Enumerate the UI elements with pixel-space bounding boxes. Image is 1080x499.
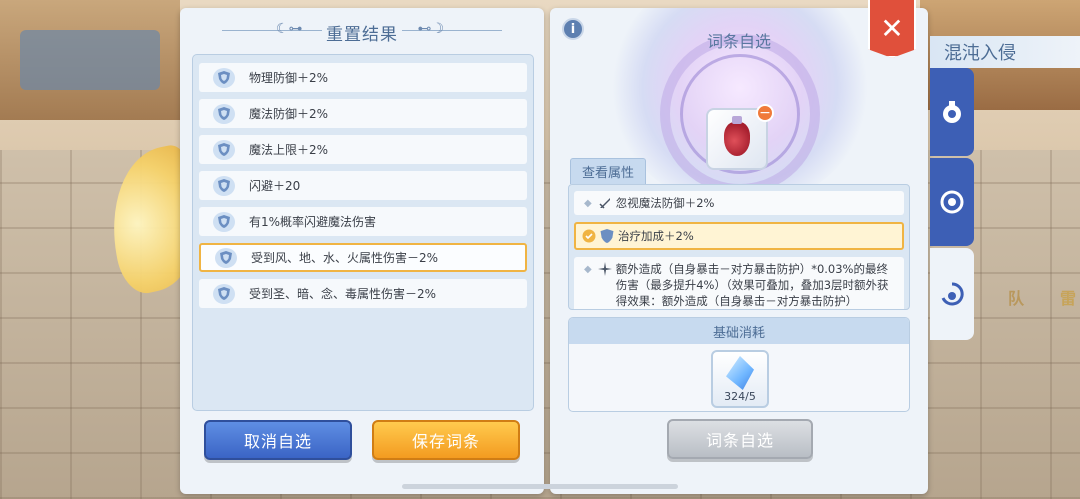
attribute-option-selected[interactable]: 治疗加成＋2% [574, 222, 904, 250]
result-attribute-list: 物理防御＋2% 魔法防御＋2% 魔法上限＋2% 闪避＋20 有1%概率闪避魔法伤… [192, 54, 534, 411]
base-cost-section: 基础消耗 324/5 [568, 317, 910, 412]
attribute-option-list[interactable]: ◆ 忽视魔法防御＋2% 治疗加成＋2% ◆ 额外造成（自身暴击－对方暴击防护）*… [568, 184, 910, 310]
attribute-option-text: 治疗加成＋2% [618, 229, 694, 243]
shield-icon [213, 211, 235, 232]
remove-item-icon[interactable]: − [756, 104, 774, 122]
bullet-icon: ◆ [584, 198, 592, 209]
side-tab-potion[interactable] [930, 68, 974, 156]
sword-icon [599, 198, 610, 209]
orb-tab-icon [940, 190, 964, 214]
shield-icon [213, 283, 235, 304]
attribute-row[interactable]: 有1%概率闪避魔法伤害 [199, 207, 527, 236]
attribute-option[interactable]: ◆ 忽视魔法防御＋2% [574, 191, 904, 215]
attribute-text: 受到圣、暗、念、毒属性伤害－2% [249, 287, 437, 301]
attribute-text: 受到风、地、水、火属性伤害－2% [251, 251, 439, 265]
crystal-icon [726, 356, 754, 390]
shield-icon [215, 247, 237, 268]
attribute-option-text: 额外造成（自身暴击－对方暴击防护）*0.03%的最终伤害（最多提升4%）（效果可… [615, 262, 889, 308]
save-attribute-button[interactable]: 保存词条 [372, 420, 520, 460]
check-badge-icon [582, 229, 596, 243]
attribute-option[interactable]: ◆ 额外造成（自身暴击－对方暴击防护）*0.03%的最终伤害（最多提升4%）（效… [574, 257, 904, 309]
shield-icon [213, 139, 235, 160]
shield-icon [213, 175, 235, 196]
refine-tab-icon [941, 282, 964, 306]
bottom-scroll-indicator [402, 484, 678, 489]
attribute-select-panel: i 词条自选 − 查看属性 ◆ 忽视魔法防御＋2% 治疗加成＋2% ◆ 额外造成… [550, 8, 928, 494]
close-icon[interactable]: ✕ [868, 0, 916, 58]
cost-item-slot[interactable]: 324/5 [711, 350, 769, 408]
attribute-row[interactable]: 闪避＋20 [199, 171, 527, 200]
side-hint-text-2: 雷 [1059, 289, 1076, 308]
side-hint-text: 队 [1007, 289, 1024, 308]
event-banner[interactable]: 混沌入侵 [930, 36, 1080, 68]
attribute-row[interactable]: 魔法上限＋2% [199, 135, 527, 164]
view-attributes-tab[interactable]: 查看属性 [570, 158, 646, 184]
base-cost-title: 基础消耗 [569, 318, 909, 344]
attribute-option-text: 忽视魔法防御＋2% [615, 196, 715, 210]
attribute-text: 有1%概率闪避魔法伤害 [249, 215, 377, 229]
potion-icon [724, 116, 750, 156]
sparkle-icon [597, 262, 612, 276]
attribute-row-selected[interactable]: 受到风、地、水、火属性伤害－2% [199, 243, 527, 272]
bullet-icon: ◆ [584, 264, 592, 275]
attribute-text: 闪避＋20 [249, 179, 301, 193]
cancel-selection-button[interactable]: 取消自选 [204, 420, 352, 460]
panel-title: 重置结果 [326, 25, 398, 45]
attribute-row[interactable]: 魔法防御＋2% [199, 99, 527, 128]
cost-count: 324/5 [724, 390, 756, 403]
attribute-text: 魔法防御＋2% [249, 107, 329, 121]
attribute-text: 物理防御＋2% [249, 71, 329, 85]
attribute-row[interactable]: 物理防御＋2% [199, 63, 527, 92]
side-tab-refine[interactable] [930, 248, 974, 340]
confirm-select-button[interactable]: 词条自选 [667, 419, 813, 459]
shield-icon [213, 67, 235, 88]
attribute-row[interactable]: 受到圣、暗、念、毒属性伤害－2% [199, 279, 527, 308]
shield-icon [213, 103, 235, 124]
background-roof-left [20, 30, 160, 90]
reset-result-panel: ☾⊶ ⊷☽ 重置结果 物理防御＋2% 魔法防御＋2% 魔法上限＋2% 闪避＋20… [180, 8, 544, 494]
side-tab-orb[interactable] [930, 158, 974, 246]
potion-tab-icon [943, 101, 961, 123]
shield-icon [600, 229, 614, 243]
attribute-text: 魔法上限＋2% [249, 143, 329, 157]
